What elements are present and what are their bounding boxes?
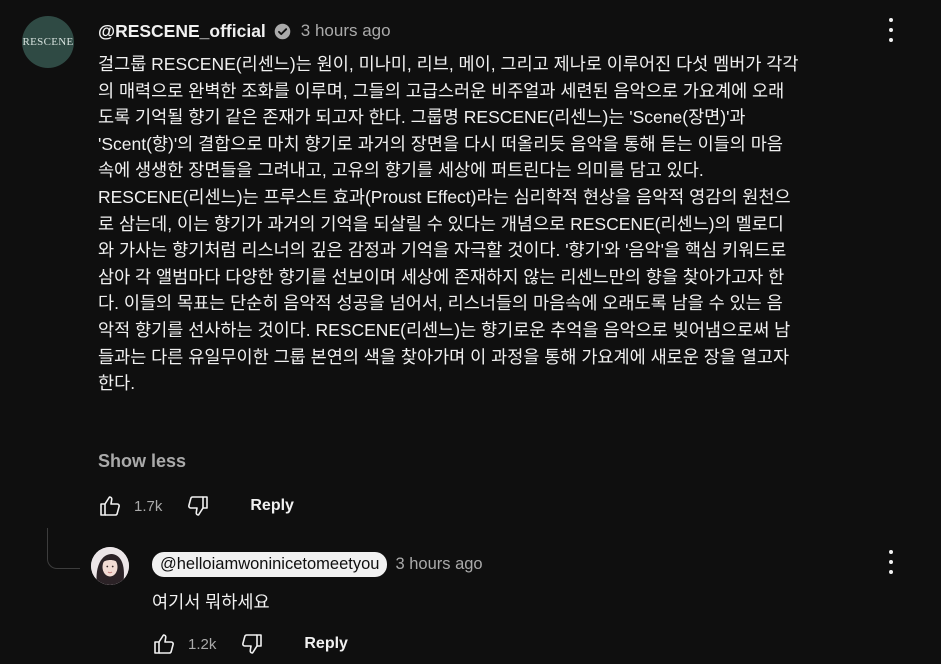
more-vert-icon[interactable] (879, 547, 903, 577)
thumbs-down-icon[interactable] (240, 632, 264, 656)
like-count: 1.2k (188, 635, 217, 653)
reply-button[interactable]: Reply (250, 497, 294, 515)
reply-actions: 1.2k Reply (152, 632, 348, 656)
show-less-button[interactable]: Show less (98, 451, 186, 472)
comment-header: @RESCENE_official 3 hours ago (98, 18, 391, 44)
comment-actions: 1.7k Reply (98, 494, 294, 518)
reply-text: 여기서 뭐하세요 (152, 592, 270, 612)
reply-header: @helloiamwoninicetomeetyou 3 hours ago (152, 552, 483, 577)
thumbs-up-icon[interactable] (152, 632, 176, 656)
comment-author[interactable]: @RESCENE_official (98, 21, 266, 42)
comment-thread: RESCENE @RESCENE_official 3 hours ago 걸그… (0, 0, 941, 664)
avatar-logo-text: RESCENE (22, 36, 74, 48)
thumbs-down-icon[interactable] (186, 494, 210, 518)
like-count: 1.7k (134, 497, 163, 515)
verified-check-icon (274, 23, 291, 40)
thumbs-up-icon[interactable] (98, 494, 122, 518)
reply-timestamp[interactable]: 3 hours ago (395, 555, 482, 574)
comment-text: 걸그룹 RESCENE(리센느)는 원이, 미나미, 리브, 메이, 그리고 제… (98, 54, 799, 394)
more-vert-icon[interactable] (879, 15, 903, 45)
comment-timestamp[interactable]: 3 hours ago (301, 21, 391, 41)
thread-connector (47, 528, 80, 569)
avatar[interactable]: RESCENE (22, 16, 74, 68)
reply-avatar[interactable] (91, 547, 129, 585)
reply-author-chip[interactable]: @helloiamwoninicetomeetyou (152, 552, 388, 577)
reply-button[interactable]: Reply (304, 635, 348, 653)
